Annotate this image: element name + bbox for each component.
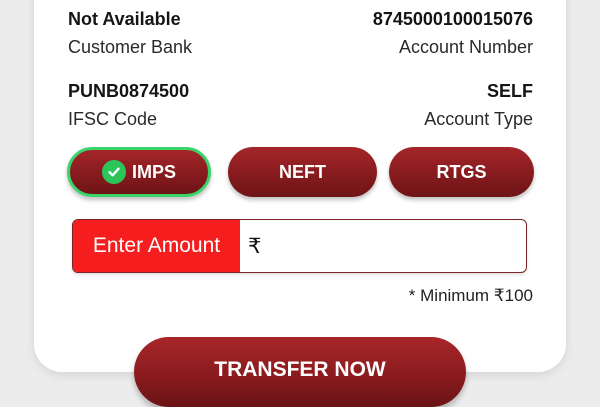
customer-bank-value: Not Available [68,9,181,29]
account-number-value: 8745000100015076 [372,9,533,29]
neft-mode-button[interactable]: NEFT [228,147,377,197]
amount-field: Enter Amount ₹ [72,219,527,273]
neft-mode-label: NEFT [279,161,326,182]
account-type-value: SELF [486,81,533,101]
rtgs-mode-button[interactable]: RTGS [389,147,534,197]
ifsc-code-value: PUNB0874500 [68,81,190,101]
check-icon [101,160,126,184]
ifsc-code-label: IFSC Code [68,109,158,129]
transfer-now-label: TRANSFER NOW [214,358,386,381]
account-type-label: Account Type [424,109,533,129]
account-number-label: Account Number [398,37,533,57]
amount-input[interactable] [270,226,518,268]
enter-amount-label: Enter Amount [73,220,240,272]
transfer-now-button[interactable]: TRANSFER NOW [134,337,466,407]
customer-bank-label: Customer Bank [68,37,193,57]
rtgs-mode-label: RTGS [436,161,487,182]
imps-mode-button[interactable]: IMPS [67,147,211,197]
imps-mode-label: IMPS [131,161,176,182]
rupee-symbol: ₹ [248,234,262,258]
minimum-amount-note: * Minimum ₹100 [408,286,533,305]
